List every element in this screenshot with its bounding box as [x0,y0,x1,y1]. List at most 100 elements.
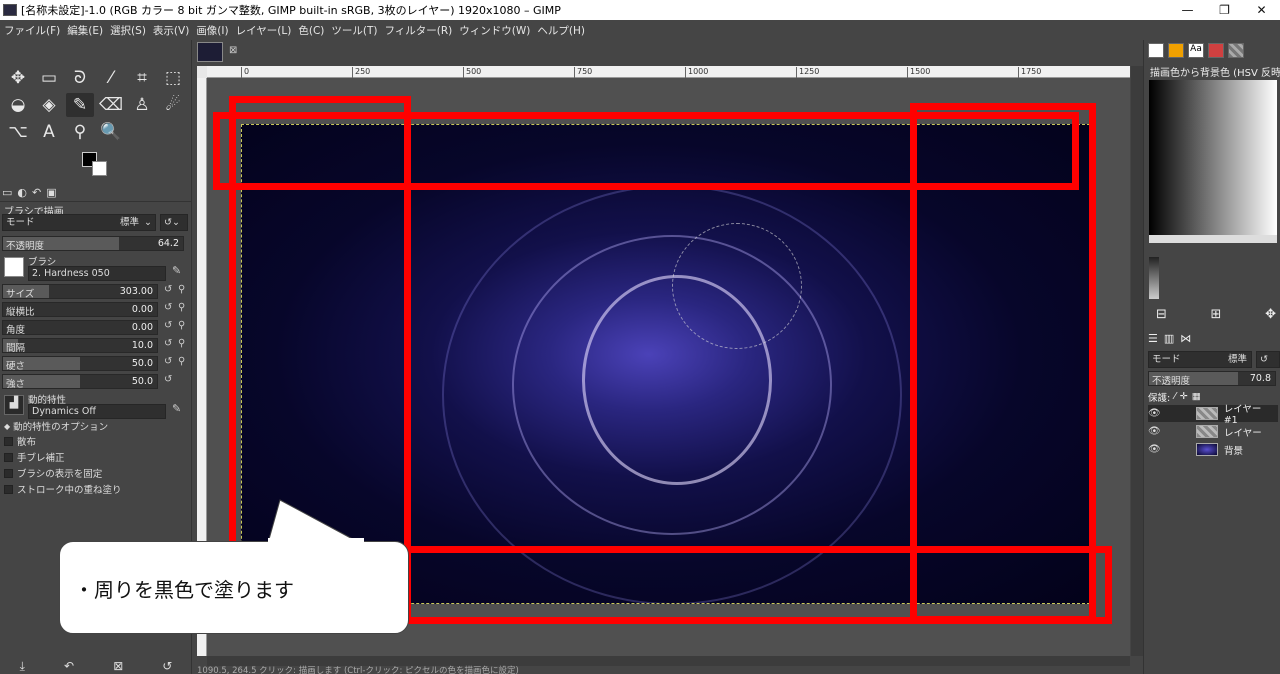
brush-preview[interactable] [4,257,24,277]
lock-pixels-icon[interactable]: ⁄ [1174,391,1176,402]
layer-row[interactable]: 👁 背景 [1148,441,1278,458]
add-icon[interactable]: ⊞ [1211,307,1222,322]
reset-icon[interactable]: ↺ [164,284,172,295]
lasso-icon[interactable]: ᘐ [66,66,94,90]
layer-row[interactable]: 👁 レイヤー [1148,423,1278,440]
menu-select[interactable]: 選択(S) [110,23,146,38]
edit-dynamics-icon[interactable]: ✎ [172,402,181,415]
fg-bg-colors[interactable] [82,152,110,178]
image-tab-thumbnail[interactable] [197,42,223,62]
delete-preset-icon[interactable]: ⊠ [113,659,123,673]
size-slider[interactable]: サイズ 303.00 [2,284,158,300]
checkbox[interactable] [4,452,13,462]
eye-icon[interactable]: 👁 [1148,408,1164,419]
edit-brush-icon[interactable]: ✎ [172,264,181,277]
move-icon[interactable]: ✥ [1265,307,1276,322]
gradient-list-item[interactable] [1149,257,1159,299]
menu-windows[interactable]: ウィンドウ(W) [459,23,530,38]
reset-icon[interactable]: ↺ [164,302,172,313]
layer-name[interactable]: レイヤー [1224,425,1262,439]
link-icon[interactable]: ⚲ [178,284,185,295]
reset-icon[interactable]: ↺ [164,338,172,349]
channels-tab-icon[interactable]: ▥ [1164,332,1174,345]
brush-selector[interactable]: 2. Hardness 050 [28,266,166,281]
maximize-button[interactable]: ❐ [1206,0,1243,20]
mode-dropdown[interactable]: モード 標準 ⌄ [2,214,156,231]
force-slider[interactable]: 強さ 50.0 [2,374,158,390]
angle-slider[interactable]: 角度 0.00 [2,320,158,336]
rect-select-icon[interactable]: ▭ [35,66,63,90]
checkbox[interactable] [4,436,13,446]
menu-filters[interactable]: フィルター(R) [384,23,452,38]
layers-tab-icon[interactable]: ☰ [1148,332,1158,345]
menu-tools[interactable]: ツール(T) [331,23,377,38]
smudge-icon[interactable]: ☄ [159,93,187,117]
save-preset-icon[interactable]: ⤓ [20,659,25,674]
menu-file[interactable]: ファイル(F) [4,23,60,38]
menu-colors[interactable]: 色(C) [298,23,324,38]
lock-position-icon[interactable]: ✛ [1180,391,1188,402]
horizontal-ruler[interactable]: 0 250 500 750 1000 1250 1500 1750 [207,66,1130,78]
zoom-icon[interactable]: 🔍 [97,120,125,144]
images-tab-icon[interactable]: ▣ [46,186,56,199]
checkbox[interactable] [4,468,13,478]
move-tool-icon[interactable]: ✥ [4,66,32,90]
dynamics-options-expander[interactable]: ◆ 動的特性のオプション [4,419,108,434]
paths-icon[interactable]: ⌥ [4,120,32,144]
fonts-tab-icon[interactable]: Aa [1188,43,1204,58]
menu-help[interactable]: ヘルプ(H) [537,23,585,38]
layers-mode-reset[interactable]: ↺ [1256,351,1280,368]
dynamics-icon[interactable]: ▟ [4,395,24,415]
menu-image[interactable]: 画像(I) [196,23,228,38]
gradient-stops-bar[interactable] [1149,235,1277,243]
remove-icon[interactable]: ⊟ [1156,307,1167,322]
eraser-icon[interactable]: ⌫ [97,93,125,117]
clone-icon[interactable]: ♙ [128,93,156,117]
scatter-check[interactable]: 散布 [4,434,36,448]
menu-layer[interactable]: レイヤー(L) [236,23,292,38]
layer-row[interactable]: 👁 レイヤー #1 [1148,404,1278,426]
minimize-button[interactable]: — [1169,0,1206,20]
background-color-swatch[interactable] [92,161,107,176]
ruler-corner[interactable] [197,66,207,78]
fuzzy-select-icon[interactable]: ⁄ [97,66,125,90]
link-icon[interactable]: ⚲ [178,320,185,331]
smooth-stroke-check[interactable]: 手ブレ補正 [4,450,65,464]
crop-icon[interactable]: ⌗ [128,66,156,90]
undo-history-tab-icon[interactable]: ↶ [32,186,41,199]
incremental-check[interactable]: ストローク中の重ね塗り [4,482,122,496]
checkbox[interactable] [4,484,13,494]
close-tab-icon[interactable]: ⊠ [229,45,237,56]
link-icon[interactable]: ⚲ [178,356,185,367]
warp-icon[interactable]: ◒ [4,93,32,117]
tool-options-tab-icon[interactable]: ▭ [2,186,12,199]
bucket-fill-icon[interactable]: ◈ [35,93,63,117]
reset-icon[interactable]: ↺ [164,320,172,331]
reset-options-icon[interactable]: ↺ [162,659,172,673]
gradient-preview[interactable] [1149,80,1277,235]
text-tool-icon[interactable]: A [35,120,63,144]
lock-alpha-icon[interactable]: ▦ [1192,391,1201,402]
vertical-scrollbar[interactable] [1131,66,1143,656]
brushes-tab-icon[interactable] [1148,43,1164,58]
eye-icon[interactable]: 👁 [1148,426,1164,437]
device-status-tab-icon[interactable]: ◐ [17,186,27,199]
paths-tab-icon[interactable]: ⋈ [1180,332,1191,345]
layer-name[interactable]: 背景 [1224,443,1243,457]
dynamics-selector[interactable]: Dynamics Off [28,404,166,419]
gradients-tab-icon[interactable] [1228,43,1244,58]
color-picker-icon[interactable]: ⚲ [66,120,94,144]
close-button[interactable]: ✕ [1243,0,1280,20]
layers-mode-dropdown[interactable]: モード 標準 [1148,351,1252,368]
layers-opacity-slider[interactable]: 不透明度 70.8 [1148,371,1276,387]
lock-brush-view-check[interactable]: ブラシの表示を固定 [4,466,102,480]
reset-icon[interactable]: ↺ [164,374,172,385]
eye-icon[interactable]: 👁 [1148,444,1164,455]
mode-reset-dropdown[interactable]: ↺⌄ [160,214,188,231]
link-icon[interactable]: ⚲ [178,302,185,313]
opacity-slider[interactable]: 不透明度 64.2 [2,236,184,252]
patterns-tab-icon[interactable] [1168,43,1184,58]
link-icon[interactable]: ⚲ [178,338,185,349]
menu-view[interactable]: 表示(V) [153,23,189,38]
hardness-slider[interactable]: 硬さ 50.0 [2,356,158,372]
